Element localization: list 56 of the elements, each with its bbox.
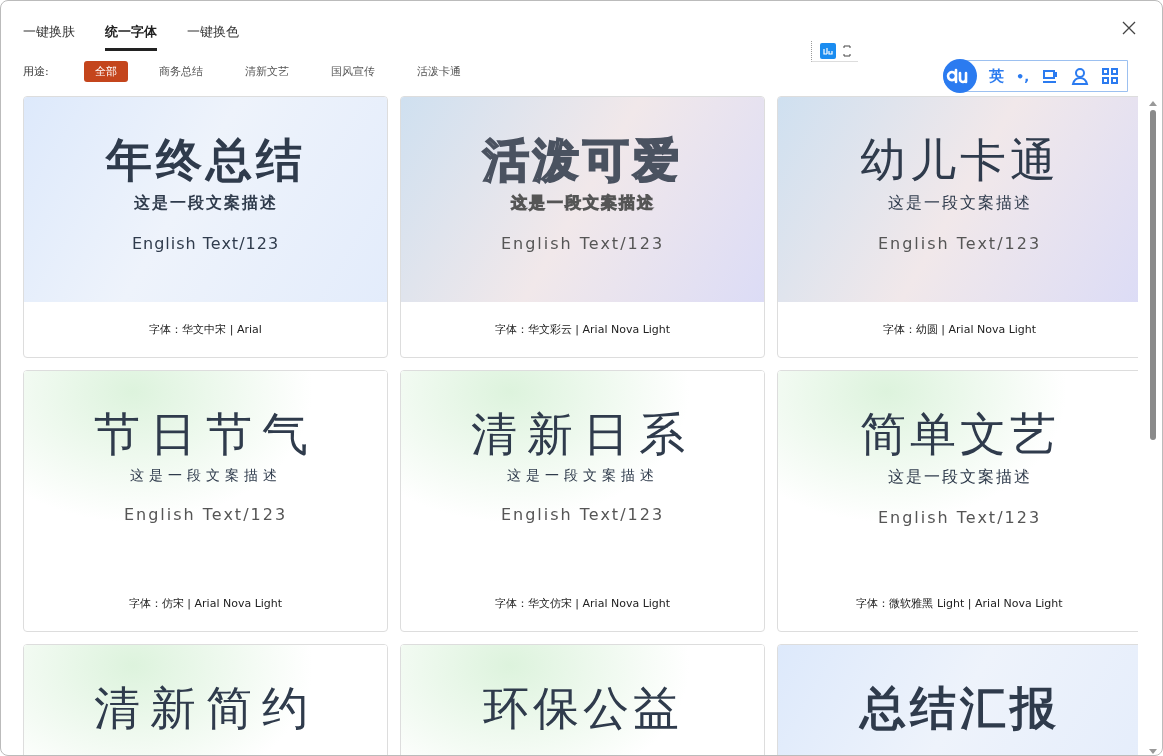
scroll-down-icon[interactable] bbox=[1149, 749, 1157, 755]
scroll-up-icon[interactable] bbox=[1149, 100, 1157, 106]
preview-subtitle: 这是一段文案描述 bbox=[129, 467, 282, 485]
preview-subtitle: 这是一段文案描述 bbox=[887, 193, 1032, 214]
font-card[interactable]: 总结汇报 bbox=[777, 644, 1138, 755]
filter-label: 用途: bbox=[23, 64, 49, 79]
preview-subtitle: 这是一段文案描述 bbox=[506, 467, 659, 485]
font-card[interactable]: 活泼可爱 这是一段文案描述 English Text/123 字体：华文彩云 | Arial Nova Light bbox=[400, 96, 765, 358]
preview-english-text: English Text/123 bbox=[500, 505, 665, 524]
preview-english-text: English Text/123 bbox=[877, 234, 1042, 253]
font-card[interactable]: 节日节气 这是一段文案描述 English Text/123 字体：仿宋 | Arial Nova Light bbox=[23, 370, 388, 632]
preview-title: 清新简约 bbox=[93, 685, 318, 731]
close-icon[interactable] bbox=[1122, 21, 1136, 35]
filter-chip[interactable]: 国风宣传 bbox=[319, 61, 386, 82]
preview-subtitle: 这是一段文案描述 bbox=[510, 193, 655, 214]
preview-english-text: English Text/123 bbox=[877, 508, 1042, 527]
du-logo-icon[interactable] bbox=[943, 59, 977, 93]
tab[interactable]: 一键换肤 bbox=[23, 21, 75, 51]
preview-subtitle: 这是一段文案描述 bbox=[887, 467, 1032, 488]
font-name-label: 字体：幼圆 | Arial Nova Light bbox=[882, 322, 1037, 337]
font-card[interactable]: 清新日系 这是一段文案描述 English Text/123 字体：华文仿宋 | Arial Nova Light bbox=[400, 370, 765, 632]
preview-title: 简单文艺 bbox=[859, 411, 1060, 457]
user-icon[interactable] bbox=[1071, 67, 1090, 85]
font-name-label: 字体：华文仿宋 | Arial Nova Light bbox=[494, 596, 671, 611]
preview-title: 环保公益 bbox=[482, 685, 683, 731]
du-logo-icon[interactable] bbox=[820, 43, 836, 59]
preview-title: 总结汇报 bbox=[859, 685, 1060, 731]
grid-icon[interactable] bbox=[1101, 67, 1120, 85]
preview-title: 幼儿卡通 bbox=[859, 137, 1060, 183]
tab[interactable]: 一键换色 bbox=[187, 21, 239, 51]
font-card[interactable]: 幼儿卡通 这是一段文案描述 English Text/123 字体：幼圆 | Arial Nova Light bbox=[777, 96, 1138, 358]
preview-english-text: English Text/123 bbox=[123, 505, 288, 524]
font-card[interactable]: 简单文艺 这是一段文案描述 English Text/123 字体：微软雅黑 Light | Arial Nova Light bbox=[777, 370, 1138, 632]
input-mode-toggle[interactable]: 英 bbox=[989, 66, 1004, 86]
filter-chip[interactable]: 活泼卡通 bbox=[405, 61, 472, 82]
expand-icon[interactable] bbox=[842, 43, 852, 59]
font-name-label: 字体：仿宋 | Arial Nova Light bbox=[128, 596, 283, 611]
preview-english-text: English Text/123 bbox=[131, 234, 280, 253]
font-card[interactable]: 年终总结 这是一段文案描述 English Text/123 字体：华文中宋 | Arial bbox=[23, 96, 388, 358]
preview-english-text: English Text/123 bbox=[500, 234, 665, 253]
preview-subtitle: 这是一段文案描述 bbox=[133, 193, 278, 214]
preview-title: 清新日系 bbox=[470, 411, 695, 457]
tab[interactable]: 统一字体 bbox=[105, 21, 157, 51]
font-card[interactable]: 环保公益 bbox=[400, 644, 765, 755]
filter-chip[interactable]: 全部 bbox=[83, 61, 128, 82]
filter-chip[interactable]: 清新文艺 bbox=[233, 61, 300, 82]
font-name-label: 字体：华文中宋 | Arial bbox=[149, 322, 262, 337]
font-name-label: 字体：微软雅黑 Light | Arial Nova Light bbox=[856, 596, 1063, 611]
preview-title: 活泼可爱 bbox=[482, 137, 683, 183]
preview-title: 节日节气 bbox=[93, 411, 318, 457]
filter-chip[interactable]: 商务总结 bbox=[147, 61, 214, 82]
font-card[interactable]: 清新简约 bbox=[23, 644, 388, 755]
preview-title: 年终总结 bbox=[105, 137, 306, 183]
font-name-label: 字体：华文彩云 | Arial Nova Light bbox=[494, 322, 671, 337]
scrollbar-thumb[interactable] bbox=[1150, 110, 1156, 440]
punctuation-toggle[interactable]: •, bbox=[1016, 68, 1030, 84]
